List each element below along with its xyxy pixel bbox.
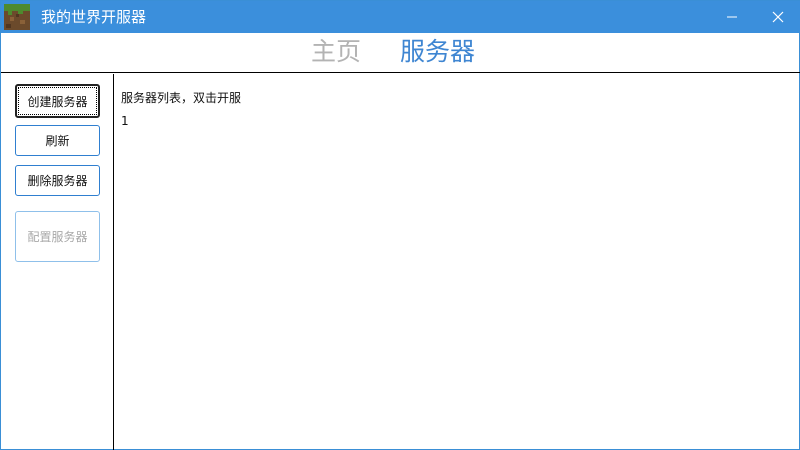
create-server-button[interactable]: 创建服务器 bbox=[15, 84, 100, 118]
configure-server-button: 配置服务器 bbox=[15, 211, 100, 262]
minimize-icon bbox=[727, 16, 737, 18]
close-icon bbox=[772, 11, 784, 23]
nav-bar: 主页 服务器 bbox=[1, 33, 800, 73]
server-list-item[interactable]: 1 bbox=[121, 114, 129, 128]
refresh-button[interactable]: 刷新 bbox=[15, 125, 100, 156]
tab-home[interactable]: 主页 bbox=[311, 37, 361, 67]
tab-servers[interactable]: 服务器 bbox=[400, 37, 475, 67]
app-window: 我的世界开服器 主页 服务器 创建服务器 刷新 删除服务器 配置服务器 服务器列… bbox=[0, 0, 800, 450]
minecraft-grass-block-icon bbox=[4, 4, 30, 30]
minimize-button[interactable] bbox=[709, 1, 755, 33]
title-bar[interactable]: 我的世界开服器 bbox=[1, 1, 800, 33]
delete-server-button[interactable]: 删除服务器 bbox=[15, 165, 100, 196]
window-title: 我的世界开服器 bbox=[41, 8, 147, 26]
server-list-panel: 服务器列表，双击开服 1 bbox=[115, 74, 800, 450]
sidebar: 创建服务器 刷新 删除服务器 配置服务器 bbox=[1, 74, 114, 450]
close-button[interactable] bbox=[755, 1, 800, 33]
server-list-header: 服务器列表，双击开服 bbox=[121, 91, 242, 105]
